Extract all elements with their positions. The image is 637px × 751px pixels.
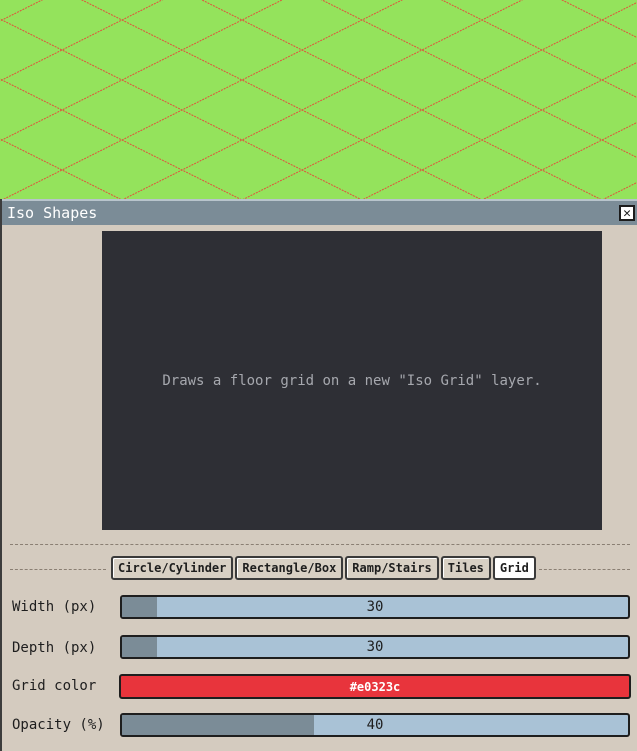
grid-line [560, 0, 637, 39]
grid-line [80, 0, 482, 199]
grid-color-picker[interactable]: #e0323c [119, 674, 631, 699]
close-button[interactable]: ✕ [619, 205, 635, 221]
grid-line [122, 0, 524, 199]
canvas-area[interactable] [0, 0, 637, 199]
width-value: 30 [366, 599, 384, 615]
depth-slider[interactable]: 30 [120, 635, 630, 659]
tab-rectangle-box[interactable]: Rectangle/Box [235, 556, 344, 580]
opacity-label: Opacity (%) [12, 717, 105, 733]
separator-right [539, 569, 630, 570]
grid-color-value: #e0323c [349, 679, 401, 694]
grid-line [0, 78, 242, 199]
tab-tiles[interactable]: Tiles [440, 556, 491, 580]
close-icon: ✕ [623, 205, 631, 221]
shape-tabs: Circle/Cylinder Rectangle/Box Ramp/Stair… [111, 556, 536, 580]
separator-left [10, 569, 106, 570]
iso-shapes-dialog: Iso Shapes ✕ Draws a floor grid on a new… [0, 199, 637, 751]
grid-line [200, 0, 602, 199]
depth-label: Depth (px) [12, 640, 97, 656]
grid-color-label: Grid color [12, 678, 97, 694]
depth-value: 30 [366, 639, 384, 655]
separator [10, 544, 630, 545]
grid-line [242, 1, 637, 199]
grid-line [0, 0, 637, 3]
grid-line [320, 0, 637, 159]
grid-line [2, 0, 404, 199]
grid-line [440, 0, 637, 99]
iso-grid-preview [0, 0, 637, 199]
grid-line [0, 0, 284, 142]
grid-line [482, 121, 637, 199]
opacity-value: 40 [366, 717, 384, 733]
dialog-title: Iso Shapes [7, 204, 98, 222]
tab-grid[interactable]: Grid [492, 556, 536, 580]
width-slider[interactable]: 30 [120, 595, 630, 619]
grid-line [0, 0, 164, 82]
opacity-slider[interactable]: 40 [120, 713, 630, 737]
tab-circle-cylinder[interactable]: Circle/Cylinder [111, 556, 234, 580]
preview-description: Draws a floor grid on a new "Iso Grid" l… [162, 372, 542, 389]
shape-preview: Draws a floor grid on a new "Iso Grid" l… [102, 231, 602, 530]
dialog-titlebar[interactable]: Iso Shapes ✕ [2, 199, 637, 225]
width-label: Width (px) [12, 599, 97, 615]
tab-ramp-stairs[interactable]: Ramp/Stairs [345, 556, 439, 580]
grid-line [0, 18, 362, 199]
